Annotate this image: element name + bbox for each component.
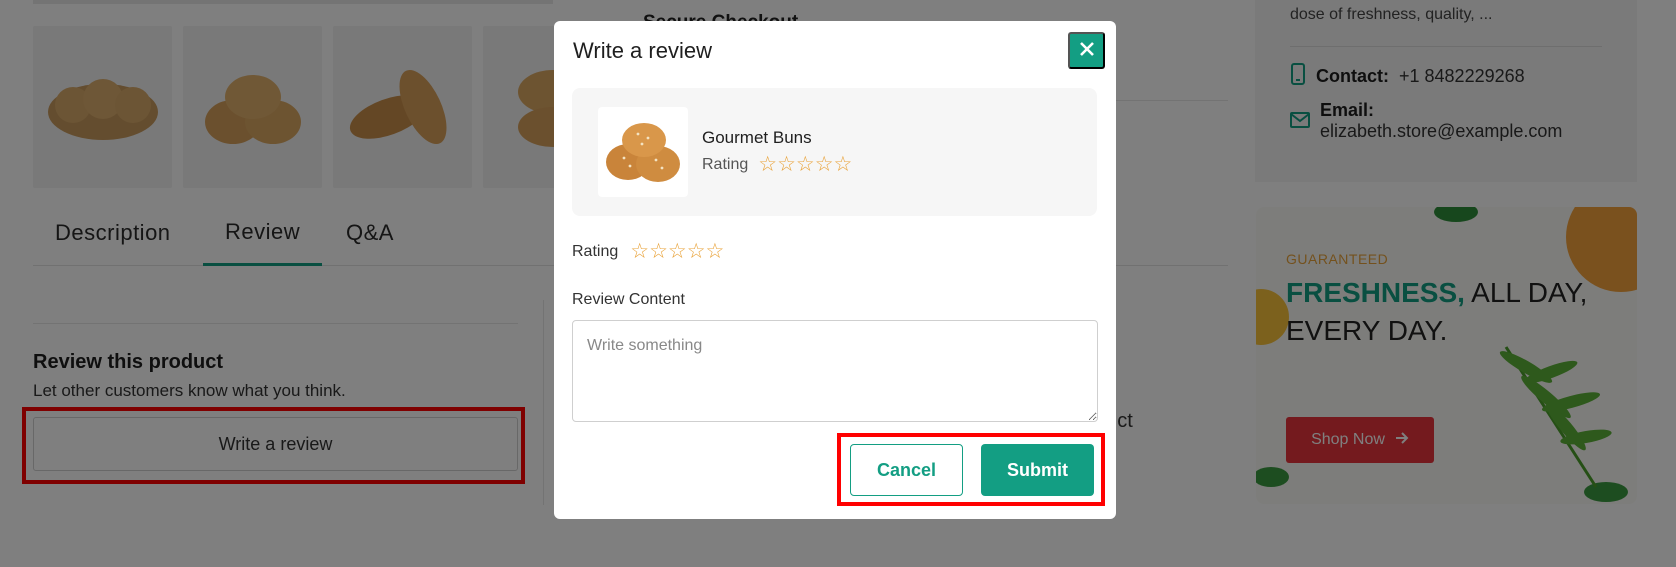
product-image	[598, 107, 688, 197]
close-icon	[1079, 41, 1095, 60]
review-content-label: Review Content	[572, 291, 685, 308]
rating-stars-input[interactable]: ☆☆☆☆☆	[630, 241, 724, 262]
review-content-input[interactable]	[572, 320, 1098, 422]
close-button[interactable]	[1068, 32, 1105, 69]
product-name: Gourmet Buns	[702, 128, 812, 147]
product-summary-card: Gourmet Buns Rating ☆☆☆☆☆	[572, 88, 1097, 216]
rating-input-row: Rating ☆☆☆☆☆	[572, 241, 724, 262]
highlight-modal-actions	[837, 433, 1105, 506]
product-rating: Rating ☆☆☆☆☆	[702, 154, 852, 175]
modal-title: Write a review	[573, 38, 712, 63]
product-rating-stars: ☆☆☆☆☆	[758, 152, 853, 176]
product-rating-label: Rating	[702, 155, 749, 173]
rating-label: Rating	[572, 242, 619, 260]
